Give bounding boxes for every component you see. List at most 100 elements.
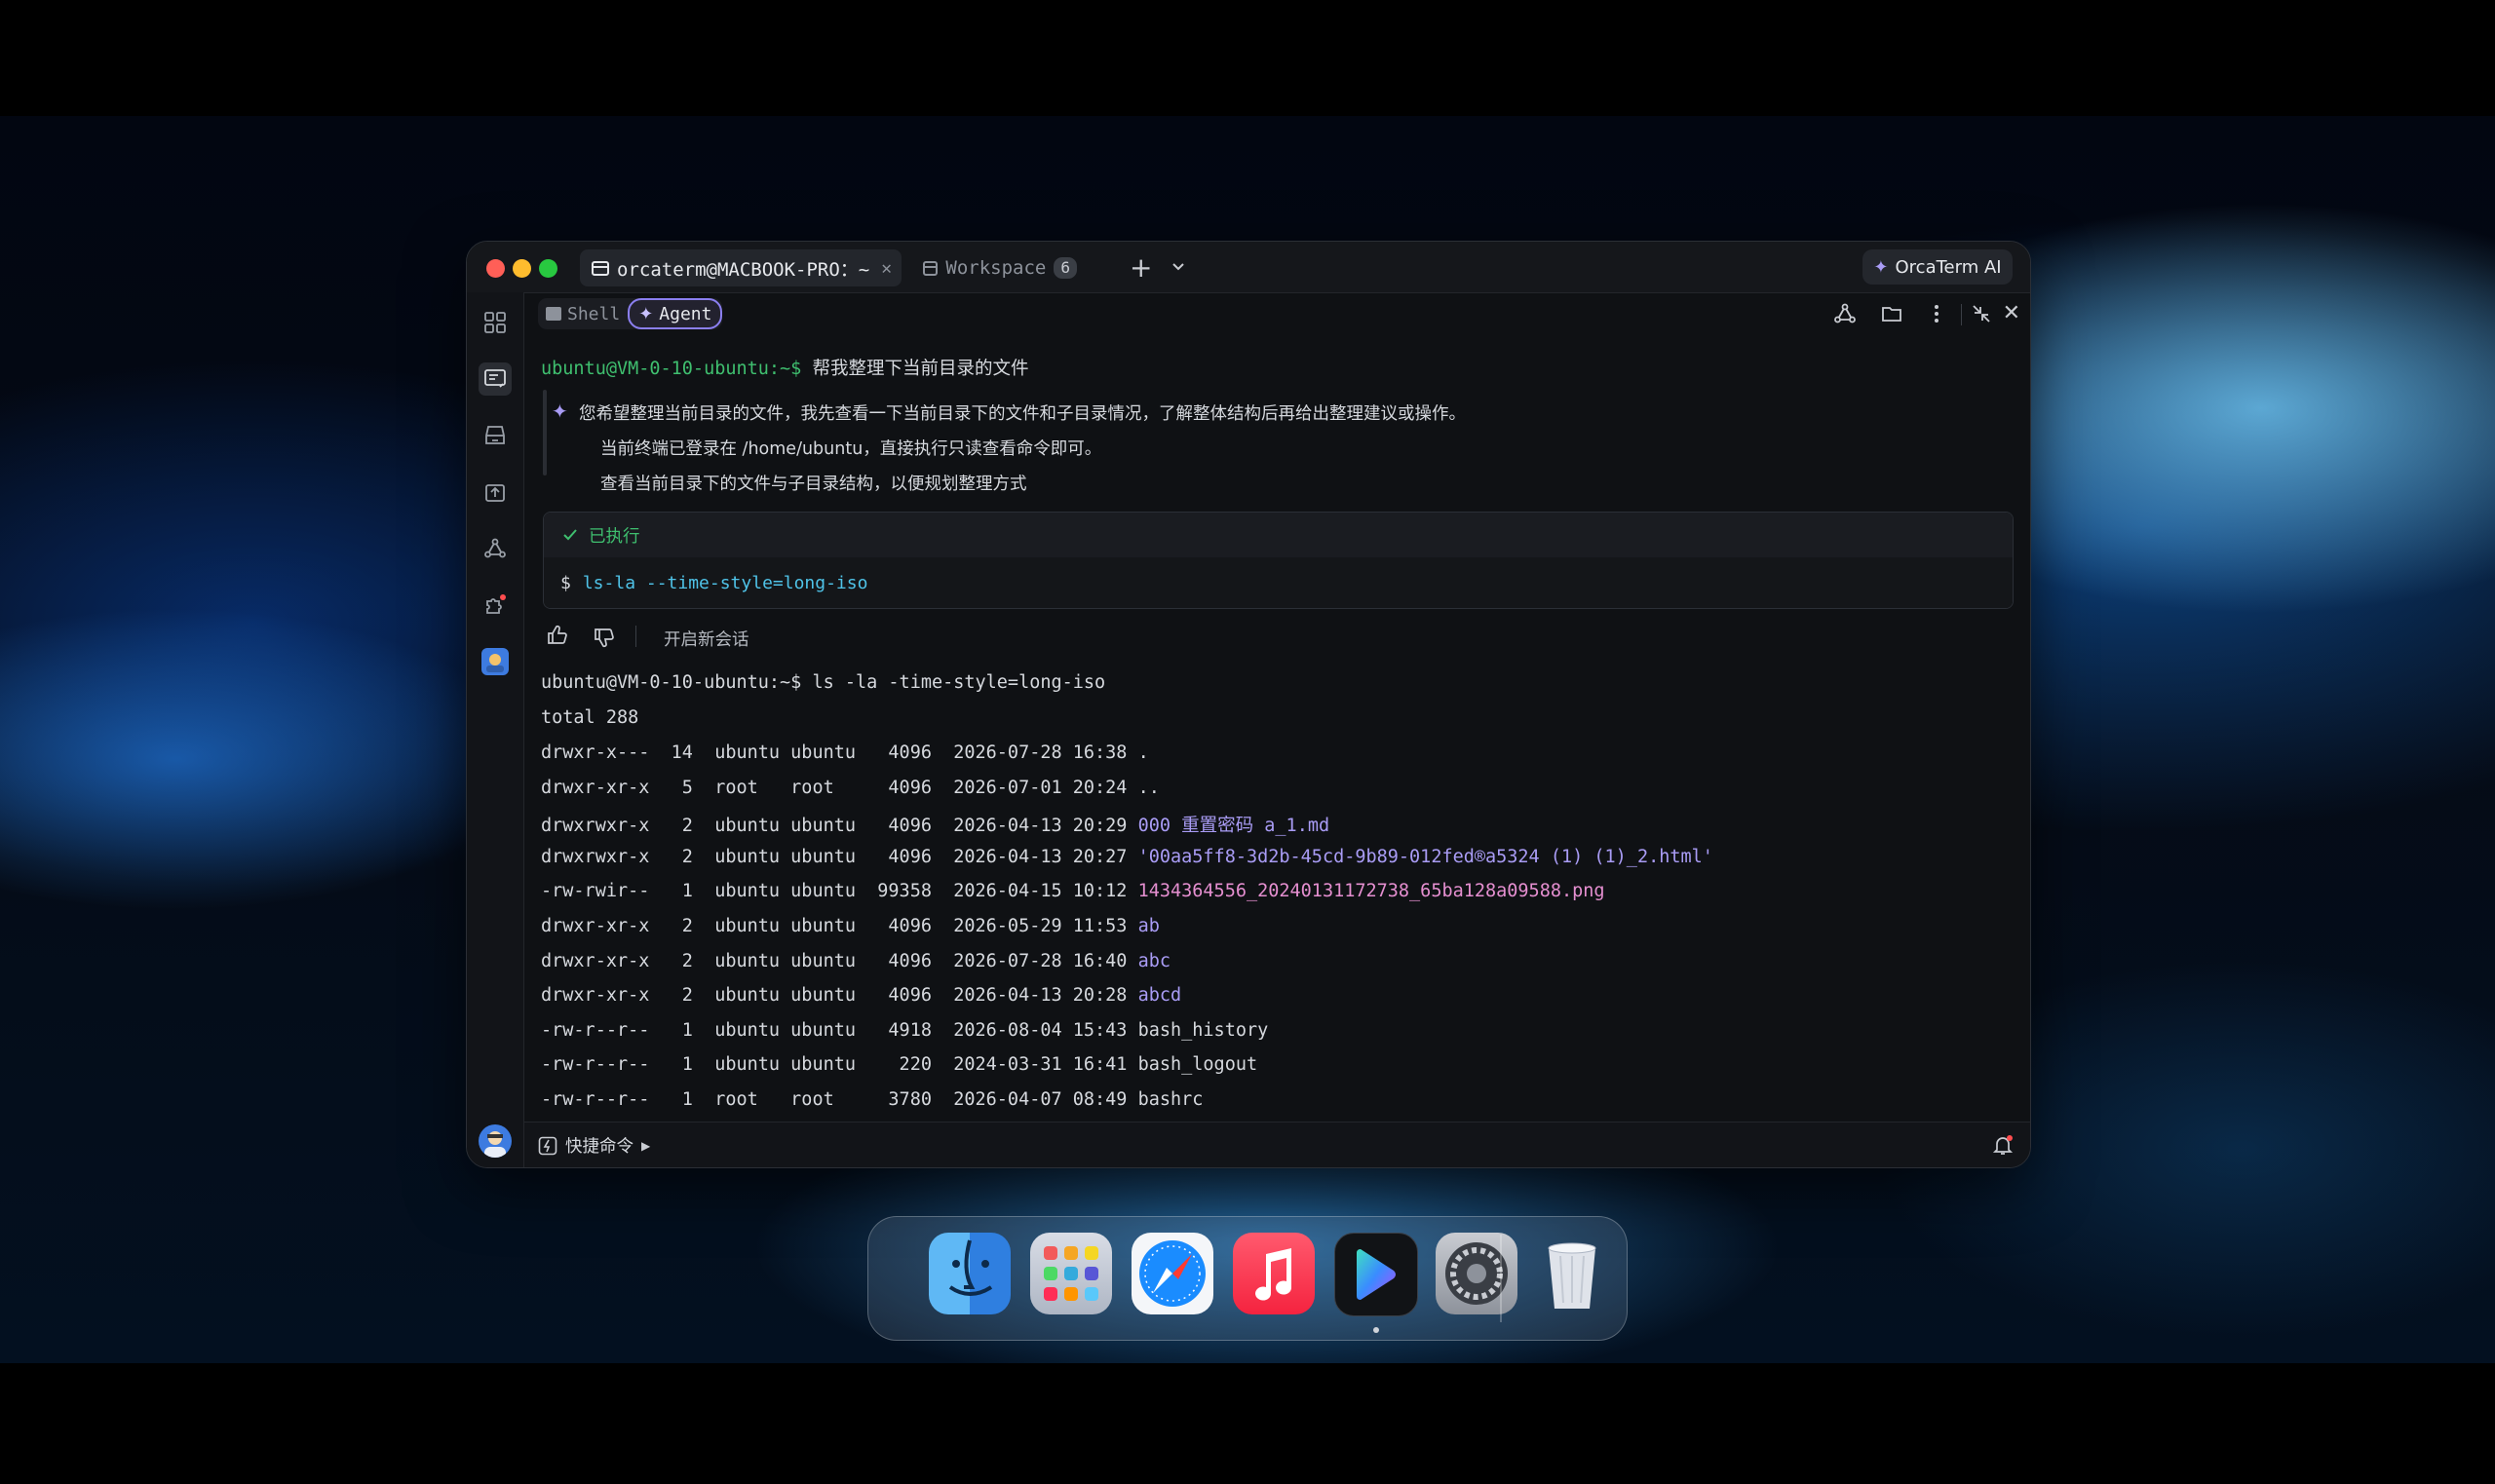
folder-icon[interactable] xyxy=(1880,302,1903,325)
safari-icon[interactable] xyxy=(1132,1233,1213,1314)
executed-command: $ ls-la --time-style=long-iso xyxy=(544,557,2013,608)
agent-message: 当前终端已登录在 /home/ubuntu，直接执行只读查看命令即可。 xyxy=(600,439,1102,459)
music-icon[interactable] xyxy=(1233,1233,1315,1314)
extensions-icon[interactable] xyxy=(479,589,512,622)
file-meta: drwxrwxr-x 2 ubuntu ubuntu 4096 2026-04-… xyxy=(541,846,1138,867)
file-meta: drwxr-x--- 14 ubuntu ubuntu 4096 2026-07… xyxy=(541,742,1138,763)
running-indicator xyxy=(1373,1327,1379,1333)
file-name: abc xyxy=(1137,950,1171,971)
close-window-button[interactable] xyxy=(486,259,505,278)
caret-right-icon: ▶ xyxy=(641,1138,651,1153)
new-session-button[interactable]: 开启新会话 xyxy=(664,627,749,651)
listing-row: drwxr-xr-x 2 ubuntu ubuntu 4096 2026-07-… xyxy=(541,951,1171,971)
zoom-window-button[interactable] xyxy=(539,259,557,278)
listing-row: drwxrwxr-x 2 ubuntu ubuntu 4096 2026-04-… xyxy=(541,847,1713,867)
listing-row: -rw-r--r-- 1 ubuntu ubuntu 220 2024-03-3… xyxy=(541,1054,1257,1075)
user-avatar[interactable] xyxy=(479,1124,512,1158)
share-icon[interactable] xyxy=(1833,302,1857,325)
upload-icon[interactable] xyxy=(479,476,512,509)
file-meta: drwxr-xr-x 5 root root 4096 2026-07-01 2… xyxy=(541,777,1138,798)
file-meta: drwxr-xr-x 2 ubuntu ubuntu 4096 2026-07-… xyxy=(541,950,1138,971)
tab-label: Workspace xyxy=(945,257,1047,279)
command-prompt: $ xyxy=(560,572,571,593)
file-name: bashrc xyxy=(1137,1089,1204,1110)
listing-row: -rw-r--r-- 1 ubuntu ubuntu 4918 2026-08-… xyxy=(541,1020,1268,1041)
close-tab-icon[interactable]: ✕ xyxy=(881,258,892,279)
apps-icon[interactable] xyxy=(479,306,512,339)
terminal-content: Shell ✦ Agent ✕ ubuntu@VM-0-10-ubuntu:~$… xyxy=(524,292,2030,1123)
file-meta: -rw-rwir-- 1 ubuntu ubuntu 99358 2026-04… xyxy=(541,881,1138,902)
bell-icon[interactable] xyxy=(1991,1133,2015,1157)
tab-workspace[interactable]: Workspace 6 xyxy=(911,249,1077,286)
window-icon xyxy=(592,260,609,276)
check-icon xyxy=(563,529,577,541)
terminal-tasks-icon[interactable] xyxy=(479,362,512,396)
close-panel-icon[interactable]: ✕ xyxy=(2003,301,2020,325)
agent-message: 查看当前目录下的文件与子目录结构，以便规划整理方式 xyxy=(600,475,1027,494)
file-meta: -rw-r--r-- 1 ubuntu ubuntu 220 2024-03-3… xyxy=(541,1054,1138,1076)
thumbs-up-icon[interactable] xyxy=(546,624,569,647)
file-name: ab xyxy=(1137,916,1160,936)
dock xyxy=(867,1216,1628,1341)
orcaterm-ai-button[interactable]: ✦ OrcaTerm AI xyxy=(1862,249,2013,285)
new-tab-plus-icon[interactable]: + xyxy=(1130,251,1152,285)
chevron-down-icon[interactable] xyxy=(1171,258,1186,274)
file-meta: -rw-r--r-- 1 ubuntu ubuntu 4918 2026-08-… xyxy=(541,1019,1138,1041)
total-line: total 288 xyxy=(541,707,639,728)
system-settings-icon[interactable] xyxy=(1436,1233,1517,1314)
file-name: 1434364556_20240131172738_65ba128a09588.… xyxy=(1137,881,1605,902)
file-name: .. xyxy=(1137,777,1160,798)
status-footer: 快捷命令 ▶ xyxy=(524,1122,2030,1167)
window-icon xyxy=(923,260,939,276)
command-text: ls-la --time-style=long-iso xyxy=(582,572,868,593)
quick-commands-label: 快捷命令 xyxy=(565,1137,633,1157)
shell-label: Shell xyxy=(567,303,621,324)
mode-toggle: Shell ✦ Agent xyxy=(538,298,723,329)
quick-commands-button[interactable]: 快捷命令 ▶ xyxy=(538,1133,650,1158)
message-rail xyxy=(543,390,547,476)
prompt: ubuntu@VM-0-10-ubuntu:~$ xyxy=(541,672,802,693)
finder-icon[interactable] xyxy=(929,1233,1011,1314)
file-name: . xyxy=(1137,742,1149,763)
agent-label: Agent xyxy=(659,303,712,324)
file-meta: -rw-r--r-- 1 root root 3780 2026-04-07 0… xyxy=(541,1089,1138,1110)
divider xyxy=(635,626,636,647)
file-meta: drwxr-xr-x 2 ubuntu ubuntu 4096 2026-04-… xyxy=(541,985,1138,1007)
execution-status: 已执行 xyxy=(544,513,2013,557)
ai-avatar-icon[interactable] xyxy=(479,645,512,678)
terminal-icon xyxy=(546,307,561,321)
listing-row: drwxr-xr-x 5 root root 4096 2026-07-01 2… xyxy=(541,778,1160,798)
left-sidebar xyxy=(467,292,524,1167)
sparkle-icon: ✦ xyxy=(1873,256,1889,278)
launchpad-icon[interactable] xyxy=(1030,1233,1112,1314)
tab-orcaterm[interactable]: orcaterm@MACBOOK-PRO：~ ✕ xyxy=(580,249,902,286)
terminal-window: orcaterm@MACBOOK-PRO：~ ✕ Workspace 6 + ✦… xyxy=(466,241,2031,1168)
network-icon[interactable] xyxy=(479,532,512,565)
orcaterm-icon[interactable] xyxy=(1334,1233,1418,1316)
divider xyxy=(1961,304,1962,325)
more-vertical-icon[interactable] xyxy=(1925,302,1948,325)
file-name: bash_logout xyxy=(1137,1054,1258,1076)
lightning-icon xyxy=(538,1136,557,1155)
listing-row: -rw-r--r-- 1 root root 3780 2026-04-07 0… xyxy=(541,1089,1203,1110)
execution-card: 已执行 $ ls-la --time-style=long-iso xyxy=(543,512,2014,609)
agent-mode-button[interactable]: ✦ Agent xyxy=(628,298,723,329)
tab-badge: 6 xyxy=(1054,257,1077,279)
thumbs-down-icon[interactable] xyxy=(593,626,616,649)
file-name: 000 重置密码 a_1.md xyxy=(1137,816,1330,837)
file-name: '00aa5ff8-3d2b-45cd-9b89-012fed®a5324 (1… xyxy=(1137,846,1713,867)
sparkle-icon: ✦ xyxy=(638,303,654,324)
listing-row: drwxrwxr-x 2 ubuntu ubuntu 4096 2026-04-… xyxy=(541,812,1329,837)
title-bar: orcaterm@MACBOOK-PRO：~ ✕ Workspace 6 + ✦… xyxy=(467,242,2030,293)
shell-mode-button[interactable]: Shell xyxy=(538,298,628,329)
storage-icon[interactable] xyxy=(479,419,512,452)
file-meta: drwxrwxr-x 2 ubuntu ubuntu 4096 2026-04-… xyxy=(541,816,1138,837)
user-request: 帮我整理下当前目录的文件 xyxy=(812,359,1029,379)
file-name: bash_history xyxy=(1137,1019,1269,1041)
listing-row: -rw-rwir-- 1 ubuntu ubuntu 99358 2026-04… xyxy=(541,881,1605,901)
collapse-icon[interactable] xyxy=(1970,302,1993,325)
sparkle-icon: ✦ xyxy=(552,400,568,423)
minimize-window-button[interactable] xyxy=(513,259,531,278)
tab-label: orcaterm@MACBOOK-PRO：~ xyxy=(617,258,870,281)
trash-icon[interactable] xyxy=(1531,1233,1613,1314)
